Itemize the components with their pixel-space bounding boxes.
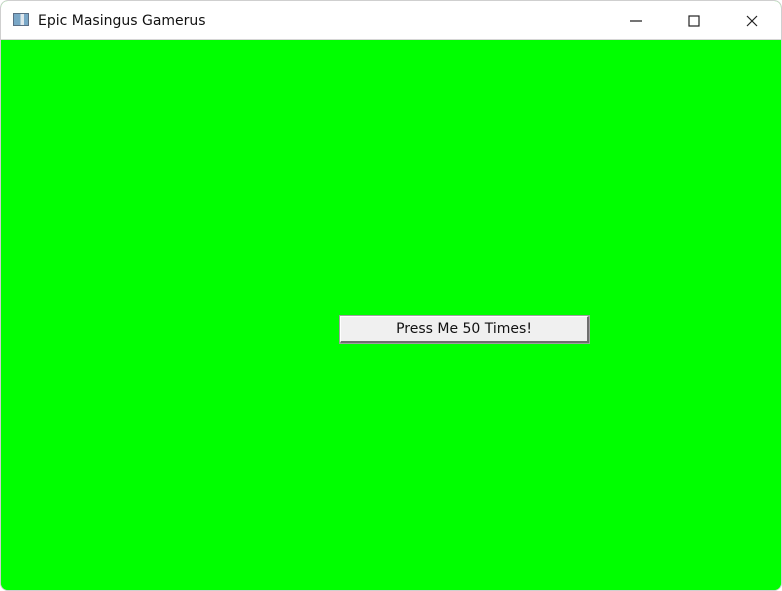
- maximize-button[interactable]: [665, 1, 723, 40]
- press-me-button[interactable]: Press Me 50 Times!: [339, 315, 590, 344]
- app-window: Epic Masingus Gamerus Press Me 50 Times!: [0, 0, 782, 591]
- close-button[interactable]: [723, 1, 781, 40]
- close-icon: [746, 15, 758, 26]
- app-window-icon: [13, 13, 29, 26]
- window-title: Epic Masingus Gamerus: [38, 13, 206, 29]
- minimize-button[interactable]: [607, 1, 665, 40]
- game-canvas: Press Me 50 Times!: [1, 40, 781, 590]
- title-bar[interactable]: Epic Masingus Gamerus: [1, 1, 781, 40]
- minimize-icon: [630, 19, 642, 22]
- maximize-icon: [688, 14, 700, 27]
